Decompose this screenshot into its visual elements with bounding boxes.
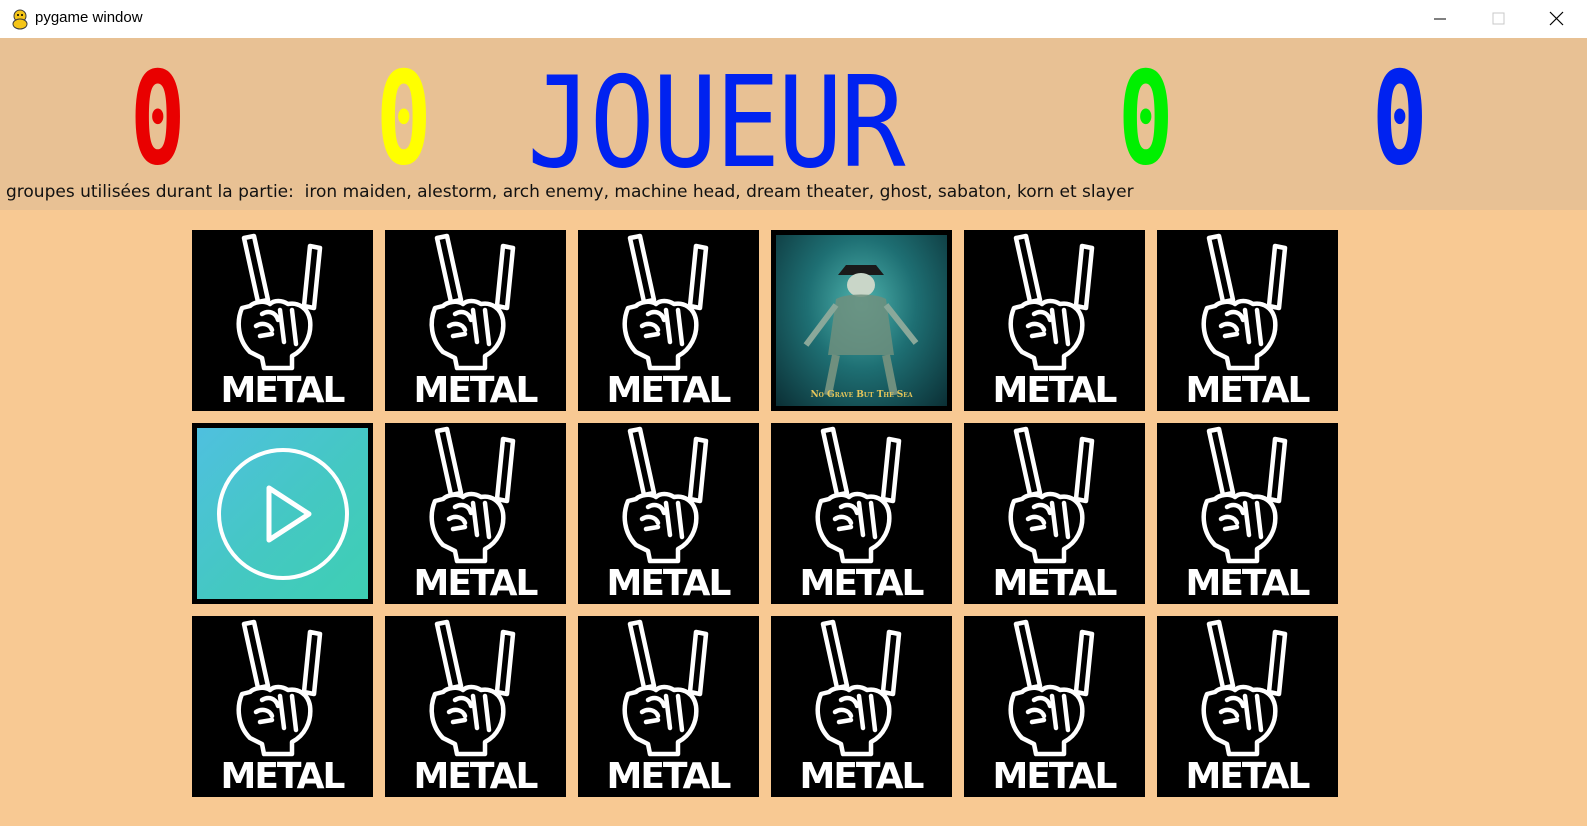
minimize-button[interactable] (1412, 0, 1470, 38)
card-back-label: METAL (993, 370, 1117, 411)
card-back-label: METAL (607, 370, 731, 411)
card-back-label: METAL (414, 563, 538, 604)
card-back-metal[interactable]: METAL (192, 616, 373, 797)
album-cover-art: No Grave But The Sea (776, 235, 947, 406)
horns-hand-icon: METAL (993, 619, 1119, 797)
close-button[interactable] (1528, 0, 1586, 38)
horns-hand-icon: METAL (1186, 426, 1312, 604)
card-back-metal[interactable]: METAL (1157, 616, 1338, 797)
card-back-metal[interactable]: METAL (578, 616, 759, 797)
card-back-label: METAL (607, 563, 731, 604)
horns-hand-icon: METAL (607, 233, 733, 411)
bands-used-text: groupes utilisées durant la partie: iron… (6, 182, 1134, 202)
score-green-player: 0 (1118, 45, 1174, 194)
horns-hand-icon: METAL (414, 619, 540, 797)
card-back-metal[interactable]: METAL (1157, 423, 1338, 604)
card-back-label: METAL (1186, 370, 1310, 411)
card-back-metal[interactable]: METAL (192, 230, 373, 411)
card-revealed-album[interactable]: No Grave But The Sea (771, 230, 952, 411)
card-back-metal[interactable]: METAL (385, 230, 566, 411)
minimize-icon (1434, 18, 1446, 20)
horns-hand-icon: METAL (414, 233, 540, 411)
card-back-label: METAL (607, 756, 731, 797)
card-back-label: METAL (993, 756, 1117, 797)
card-back-metal[interactable]: METAL (964, 616, 1145, 797)
horns-hand-icon: METAL (221, 619, 347, 797)
card-back-label: METAL (993, 563, 1117, 604)
card-back-label: METAL (414, 370, 538, 411)
card-back-label: METAL (800, 756, 924, 797)
current-player-label: JOUEUR (527, 49, 906, 196)
horns-hand-icon: METAL (414, 426, 540, 604)
horns-hand-icon: METAL (221, 233, 347, 411)
window-titlebar: pygame window (0, 0, 1587, 39)
horns-hand-icon: METAL (607, 426, 733, 604)
card-back-metal[interactable]: METAL (1157, 230, 1338, 411)
score-blue-player: 0 (1372, 45, 1428, 194)
horns-hand-icon: METAL (1186, 619, 1312, 797)
card-back-metal[interactable]: METAL (578, 423, 759, 604)
card-back-label: METAL (221, 756, 345, 797)
window-title: pygame window (35, 9, 143, 26)
card-back-metal[interactable]: METAL (385, 423, 566, 604)
card-back-label: METAL (1186, 756, 1310, 797)
horns-hand-icon: METAL (1186, 233, 1312, 411)
horns-hand-icon: METAL (993, 233, 1119, 411)
horns-hand-icon: METAL (993, 426, 1119, 604)
card-back-metal[interactable]: METAL (385, 616, 566, 797)
maximize-icon (1492, 12, 1505, 25)
horns-hand-icon: METAL (800, 619, 926, 797)
score-red-player: 0 (130, 45, 186, 194)
horns-hand-icon: METAL (607, 619, 733, 797)
card-back-metal[interactable]: METAL (964, 423, 1145, 604)
album-caption: No Grave But The Sea (810, 390, 913, 400)
play-card-face (197, 428, 368, 599)
card-back-label: METAL (1186, 563, 1310, 604)
horns-hand-icon: METAL (800, 426, 926, 604)
pygame-snake-icon (12, 9, 28, 30)
card-back-metal[interactable]: METAL (771, 616, 952, 797)
card-back-label: METAL (800, 563, 924, 604)
play-icon (217, 448, 349, 580)
close-icon (1549, 11, 1564, 26)
score-header: 0 0 JOUEUR 0 0 groupes utilisées durant … (0, 38, 1587, 210)
maximize-button[interactable] (1470, 0, 1528, 38)
card-play-button[interactable] (192, 423, 373, 604)
score-yellow-player: 0 (376, 45, 432, 194)
card-back-metal[interactable]: METAL (771, 423, 952, 604)
card-back-metal[interactable]: METAL (578, 230, 759, 411)
card-back-label: METAL (221, 370, 345, 411)
card-back-label: METAL (414, 756, 538, 797)
card-back-metal[interactable]: METAL (964, 230, 1145, 411)
